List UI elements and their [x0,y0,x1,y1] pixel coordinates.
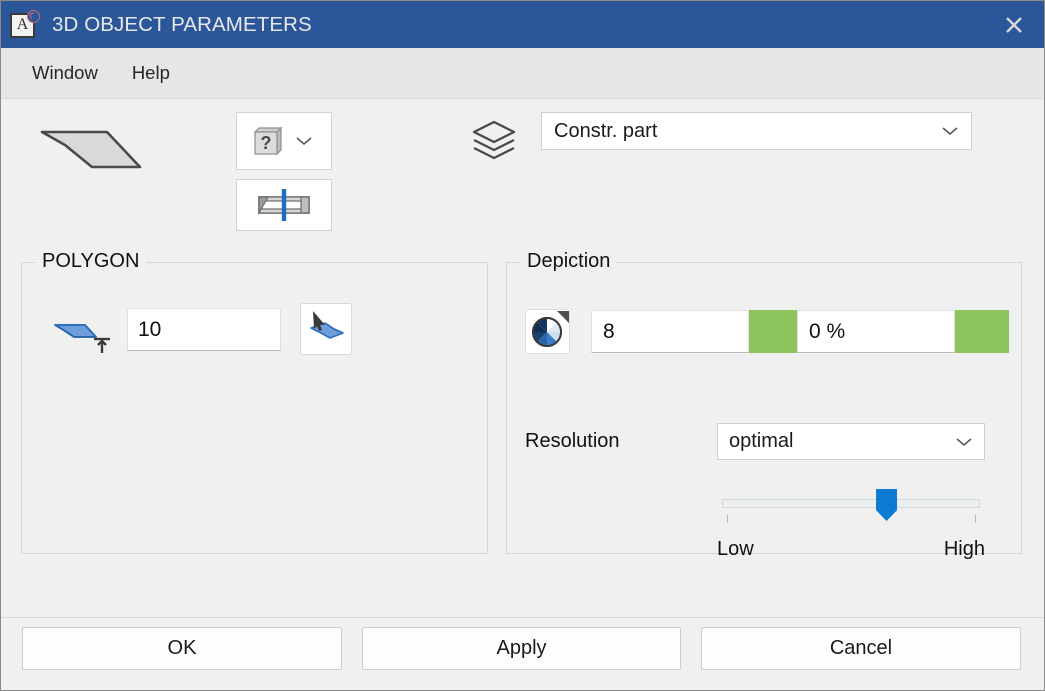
chevron-down-icon [941,113,959,149]
layer-select[interactable]: Constr. part [541,112,972,150]
polygon-pick-button[interactable] [300,303,352,355]
color-wheel-button[interactable] [525,309,570,354]
slider-tick-high [975,515,976,523]
cancel-button[interactable]: Cancel [701,627,1021,670]
section-cut-beam-icon [258,189,310,221]
polygon-height-icon [54,324,110,353]
transparency-input[interactable] [797,310,955,353]
resolution-select-value: optimal [729,430,794,452]
chevron-down-icon [955,424,973,459]
chevron-down-icon [295,135,313,147]
slider-tick-low [727,515,728,523]
icon-badge [27,9,40,23]
menu-bar: Window Help [1,48,1044,99]
transparency-swatch[interactable] [955,310,1009,353]
slider-handle[interactable] [876,489,898,521]
color-swatch[interactable] [749,310,803,353]
help-dropdown-button[interactable]: ? [236,112,332,170]
svg-text:?: ? [261,133,272,153]
title-bar: A 3D OBJECT PARAMETERS [1,1,1044,48]
menu-item-window[interactable]: Window [29,60,101,86]
ok-button[interactable]: OK [22,627,342,670]
polygon-group: POLYGON [21,250,488,554]
app-icon: A [10,9,40,39]
menu-item-help[interactable]: Help [129,60,173,86]
pick-polygon-cursor-icon [310,311,344,339]
page-title: 3D OBJECT PARAMETERS [52,12,312,36]
dialog-footer: OK Apply Cancel [1,617,1044,690]
polygon-thickness-input[interactable] [127,308,281,351]
slider-track[interactable] [722,499,980,508]
dialog-content: ? Constr. part POLYGON 10 Depiction 8 0 … [1,99,1044,690]
apply-button[interactable]: Apply [362,627,681,670]
layers-stack-icon [472,120,516,160]
slider-high-label: High [943,538,985,560]
depiction-group-title: Depiction [520,250,618,273]
flat-polygon-preview-icon [40,130,142,169]
close-icon [1005,16,1022,33]
polygon-group-title: POLYGON [35,250,147,273]
question-book-icon: ? [247,122,285,160]
slider-low-label: Low [717,538,754,560]
depiction-group: Depiction 8 0 % Resolution optimal Low H… [506,250,1022,560]
resolution-label: Resolution [525,430,620,452]
toolbar-zone: ? Constr. part [1,99,1044,254]
section-view-button[interactable] [236,179,332,231]
resolution-slider[interactable] [717,488,985,528]
close-button[interactable] [983,1,1044,48]
color-wheel-icon [532,311,569,347]
dialog-window: A 3D OBJECT PARAMETERS Window Help ? Con… [0,0,1045,691]
resolution-select[interactable]: optimal [717,423,985,460]
color-count-input[interactable] [591,310,749,353]
layer-select-value: Constr. part [554,119,658,142]
